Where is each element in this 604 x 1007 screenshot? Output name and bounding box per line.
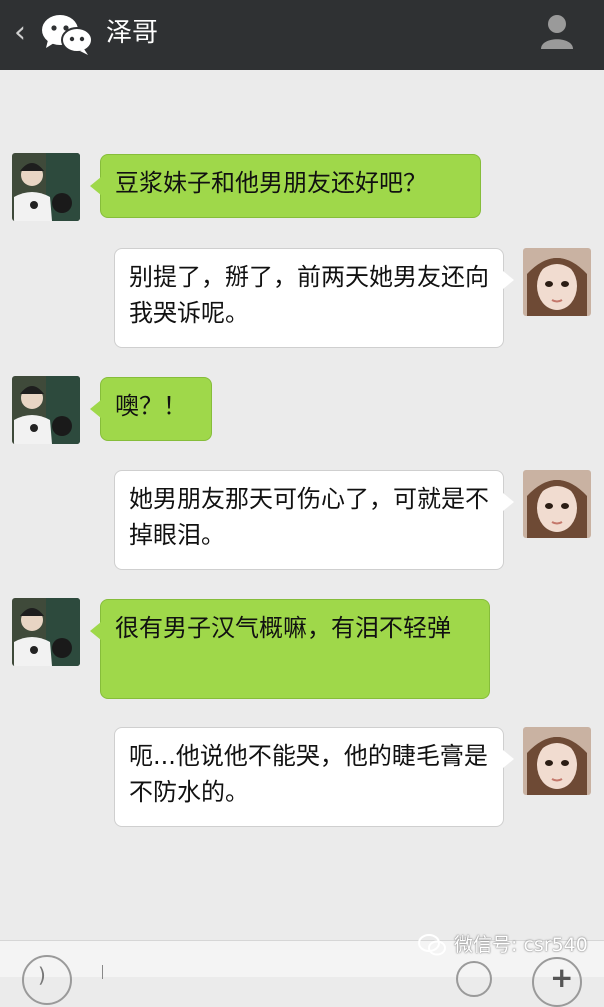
message-bubble-received[interactable]: 她男朋友那天可伤心了，可就是不掉眼泪。 [114,470,514,570]
sender-avatar[interactable] [12,153,80,221]
message-bubble-sent[interactable]: 很有男子汉气概嘛，有泪不轻弹 [90,599,490,699]
contact-profile-icon[interactable] [540,14,574,50]
wechat-logo-icon[interactable] [40,12,94,56]
chat-header: ‹ 泽哥 [0,0,604,70]
message-bubble-received[interactable]: 呃...他说他不能哭，他的睫毛膏是不防水的。 [114,727,514,827]
message-bubble-sent[interactable]: 噢？！ [90,377,212,441]
sender-avatar[interactable] [12,376,80,444]
input-divider [102,965,103,979]
back-button[interactable]: ‹ [14,16,26,50]
message-bubble-sent[interactable]: 豆浆妹子和他男朋友还好吧？ [90,154,481,218]
watermark-text: 微信号: csr540 [454,934,588,956]
sender-avatar[interactable] [12,598,80,666]
voice-icon[interactable]: ) [22,955,72,1005]
receiver-avatar[interactable] [523,727,591,795]
receiver-avatar[interactable] [523,248,591,316]
plus-icon[interactable]: + [532,957,582,1007]
chat-title: 泽哥 [106,18,159,48]
wechat-watermark-icon [418,934,446,956]
message-bubble-received[interactable]: 别提了，掰了，前两天她男友还向我哭诉呢。 [114,248,514,348]
receiver-avatar[interactable] [523,470,591,538]
emoji-icon[interactable] [456,961,492,997]
